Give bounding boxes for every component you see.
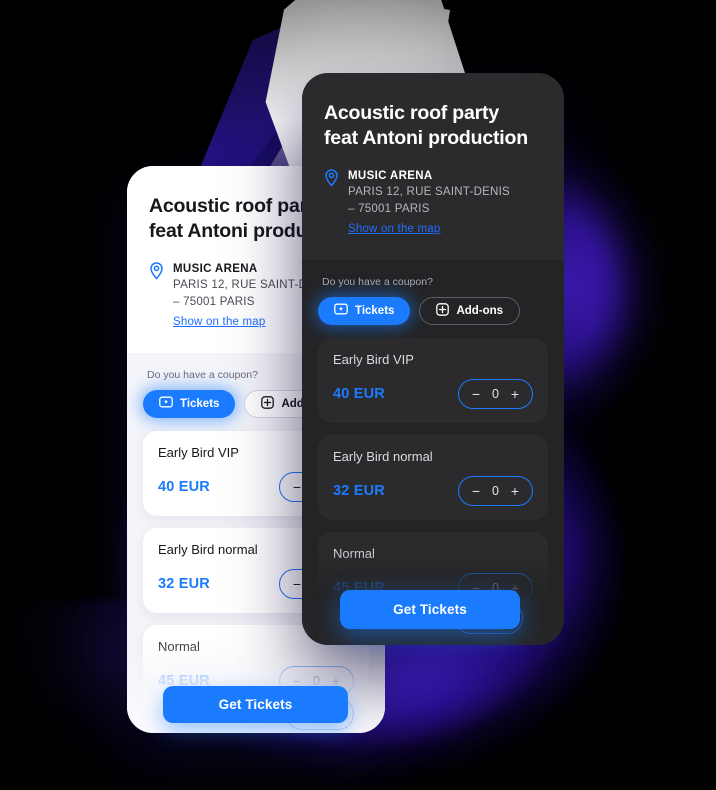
quantity-decrement-button[interactable]: − bbox=[470, 484, 482, 498]
quantity-stepper[interactable]: − 0 + bbox=[458, 378, 533, 409]
dark-card-header: Acoustic roof party feat Antoni producti… bbox=[302, 73, 564, 260]
quantity-decrement-button[interactable]: − bbox=[470, 387, 482, 401]
ticket-row-bottom: 40 EUR − 0 + bbox=[333, 378, 533, 409]
tab-addons[interactable]: Add-ons bbox=[419, 296, 521, 325]
event-title: Acoustic roof party feat Antoni producti… bbox=[324, 101, 542, 151]
venue-address-line-2: – 75001 PARIS bbox=[348, 202, 430, 215]
show-on-map-link[interactable]: Show on the map bbox=[348, 221, 441, 237]
tab-addons-label: Add-ons bbox=[456, 304, 504, 317]
event-title-line-1: Acoustic roof party bbox=[324, 102, 499, 124]
ticket-row: Early Bird normal 32 EUR − 0 + bbox=[318, 434, 548, 520]
plus-square-icon bbox=[261, 395, 275, 412]
venue-address-line-1: PARIS 12, RUE SAINT-DENIS bbox=[348, 186, 510, 199]
quantity-value: 0 bbox=[492, 483, 499, 498]
ticket-icon bbox=[159, 396, 173, 411]
ticket-price: 32 EUR bbox=[158, 575, 210, 592]
tab-tickets[interactable]: Tickets bbox=[143, 389, 236, 418]
dark-card-body: Do you have a coupon? Tickets Add-ons Ea… bbox=[302, 259, 564, 627]
ticket-price: 40 EUR bbox=[158, 478, 210, 495]
get-tickets-button-dark[interactable]: Get Tickets bbox=[340, 590, 520, 629]
ticket-price: 32 EUR bbox=[333, 482, 385, 499]
ticket-icon bbox=[334, 303, 348, 318]
tab-tickets[interactable]: Tickets bbox=[318, 296, 411, 325]
plus-square-icon bbox=[436, 302, 450, 319]
quantity-stepper[interactable]: − 0 + bbox=[458, 475, 533, 506]
quantity-value: 0 bbox=[492, 386, 499, 401]
screenshot-stage: Acoustic roof party feat Antoni producti… bbox=[0, 0, 716, 790]
ticket-card-dark: Acoustic roof party feat Antoni producti… bbox=[302, 73, 564, 645]
map-pin-icon bbox=[324, 169, 339, 240]
venue-name: MUSIC ARENA bbox=[348, 169, 433, 182]
quantity-increment-button[interactable]: + bbox=[509, 387, 521, 401]
event-title-line-2: feat Antoni production bbox=[324, 126, 528, 149]
map-pin-icon bbox=[149, 262, 164, 333]
ticket-name: Early Bird normal bbox=[333, 448, 433, 464]
venue-block: MUSIC ARENA PARIS 12, RUE SAINT-DENIS – … bbox=[324, 168, 542, 240]
ticket-name: Early Bird VIP bbox=[333, 351, 414, 367]
ticket-price: 40 EUR bbox=[333, 385, 385, 402]
ticket-row-bottom: 32 EUR − 0 + bbox=[333, 475, 533, 506]
get-tickets-button-light[interactable]: Get Tickets bbox=[163, 686, 348, 723]
ticket-name: Normal bbox=[333, 545, 375, 561]
tab-tickets-label: Tickets bbox=[180, 397, 220, 410]
show-on-map-link[interactable]: Show on the map bbox=[173, 314, 266, 330]
ticket-row: Early Bird VIP 40 EUR − 0 + bbox=[318, 337, 548, 423]
tab-tickets-label: Tickets bbox=[355, 304, 395, 317]
ticket-list: Early Bird VIP 40 EUR − 0 + Early Bird n… bbox=[318, 337, 548, 617]
coupon-question: Do you have a coupon? bbox=[322, 275, 433, 288]
quantity-increment-button[interactable]: + bbox=[509, 484, 521, 498]
venue-text: MUSIC ARENA PARIS 12, RUE SAINT-DENIS – … bbox=[348, 168, 510, 240]
ticket-type-tabs: Tickets Add-ons bbox=[318, 296, 548, 325]
